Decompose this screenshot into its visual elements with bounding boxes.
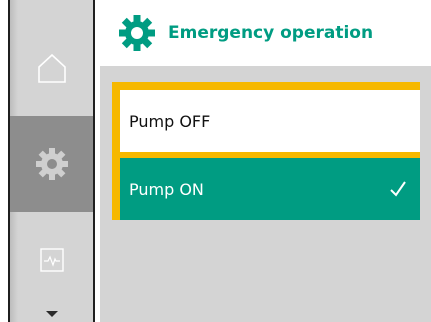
option-label: Pump ON [129, 179, 204, 199]
option-pump-on[interactable]: Pump ON [120, 158, 420, 220]
home-icon [38, 53, 66, 83]
page-title: Emergency operation [168, 23, 374, 43]
chevron-down-icon [46, 311, 58, 317]
gear-icon [119, 15, 155, 51]
left-edge [8, 0, 10, 322]
nav-more[interactable] [10, 306, 94, 322]
nav-item-settings[interactable] [10, 116, 94, 212]
option-label: Pump OFF [129, 111, 211, 131]
header: Emergency operation [114, 0, 431, 66]
side-nav [0, 0, 114, 322]
diagnostics-icon [40, 248, 64, 272]
gear-icon [36, 148, 68, 180]
nav-item-diagnostics[interactable] [10, 240, 94, 280]
nav-item-home[interactable] [10, 38, 94, 98]
option-pump-off[interactable]: Pump OFF [120, 90, 420, 152]
option-list: Pump OFF Pump ON [112, 82, 420, 220]
checkmark-icon [390, 181, 406, 197]
right-edge [93, 0, 95, 322]
